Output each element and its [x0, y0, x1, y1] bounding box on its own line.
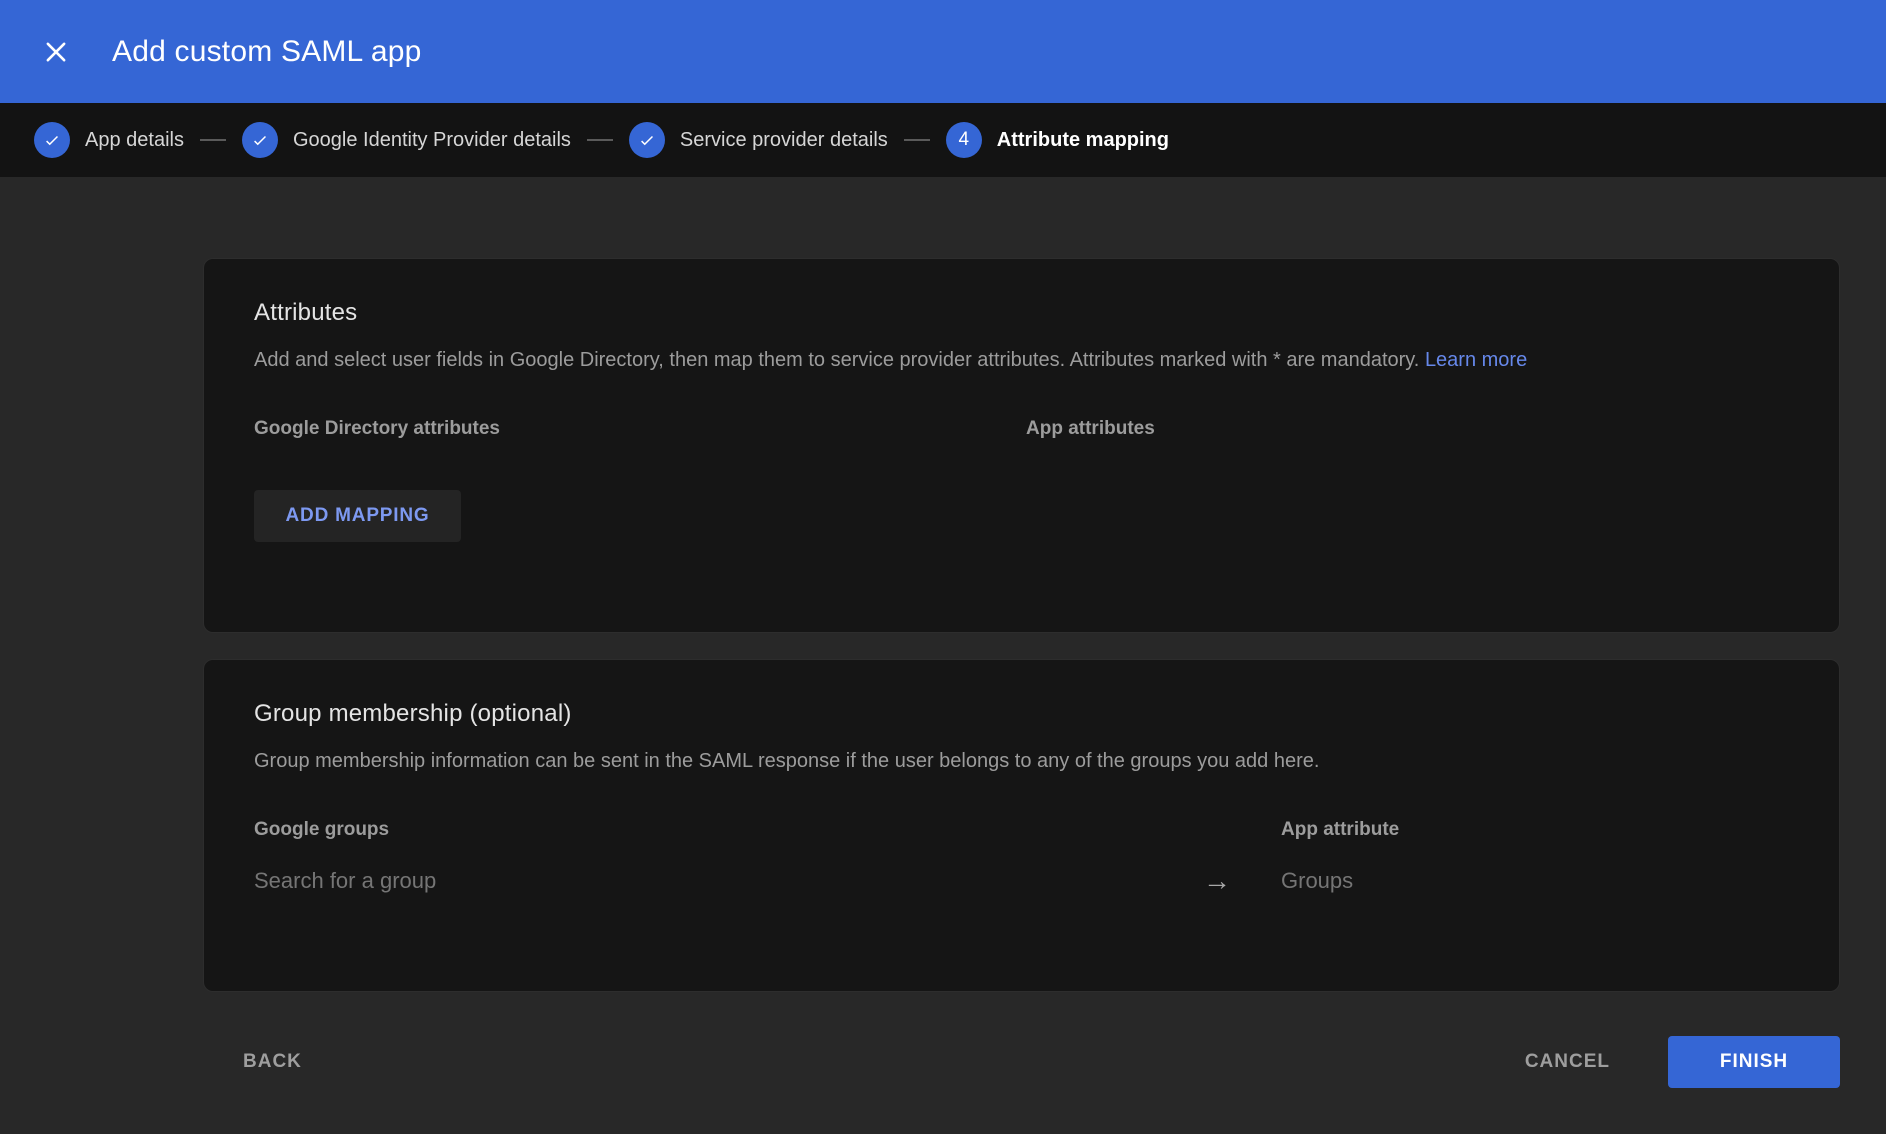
step-attribute-mapping[interactable]: 4 Attribute mapping: [946, 122, 1169, 158]
group-mapping-row: →: [254, 867, 1789, 895]
app-attributes-header: App attributes: [1026, 418, 1155, 439]
attributes-card-title: Attributes: [254, 299, 1789, 327]
google-directory-attributes-header: Google Directory attributes: [254, 418, 500, 439]
attributes-description-text: Add and select user fields in Google Dir…: [254, 349, 1419, 371]
arrow-right-icon: →: [1203, 867, 1231, 895]
step-label: Service provider details: [680, 129, 888, 152]
app-attribute-groups-field[interactable]: [1281, 868, 1581, 894]
dialog-header: Add custom SAML app: [0, 0, 1886, 103]
step-connector: [200, 139, 226, 141]
step-label: App details: [85, 129, 184, 152]
check-icon: [638, 131, 656, 149]
check-icon: [251, 131, 269, 149]
close-button[interactable]: [36, 32, 76, 72]
step-service-provider-details[interactable]: Service provider details: [629, 122, 888, 158]
step-connector: [587, 139, 613, 141]
back-button[interactable]: BACK: [243, 1051, 302, 1073]
attributes-card: Attributes Add and select user fields in…: [203, 258, 1840, 633]
step-app-details[interactable]: App details: [34, 122, 184, 158]
step-number: 4: [958, 129, 969, 151]
group-membership-card-title: Group membership (optional): [254, 700, 1789, 728]
step-complete-circle: [34, 122, 70, 158]
group-membership-card: Group membership (optional) Group member…: [203, 659, 1840, 992]
google-groups-header: Google groups: [254, 819, 389, 840]
group-membership-description: Group membership information can be sent…: [254, 750, 1789, 773]
step-complete-circle: [629, 122, 665, 158]
step-number-circle: 4: [946, 122, 982, 158]
dialog-body: Attributes Add and select user fields in…: [0, 177, 1886, 1088]
finish-button[interactable]: FINISH: [1668, 1036, 1840, 1088]
step-complete-circle: [242, 122, 278, 158]
step-google-idp-details[interactable]: Google Identity Provider details: [242, 122, 571, 158]
dialog-title: Add custom SAML app: [112, 35, 422, 69]
dialog-footer: BACK CANCEL FINISH: [0, 1036, 1886, 1088]
step-connector: [904, 139, 930, 141]
check-icon: [43, 131, 61, 149]
group-search-input[interactable]: [254, 868, 954, 894]
attributes-column-headers: Google Directory attributes App attribut…: [254, 418, 1789, 440]
step-label: Attribute mapping: [997, 129, 1169, 152]
group-column-headers: Google groups App attribute: [254, 819, 1789, 841]
step-label: Google Identity Provider details: [293, 129, 571, 152]
learn-more-link[interactable]: Learn more: [1425, 349, 1527, 371]
cancel-button[interactable]: CANCEL: [1525, 1051, 1610, 1073]
add-mapping-button[interactable]: ADD MAPPING: [254, 490, 461, 542]
stepper-bar: App details Google Identity Provider det…: [0, 103, 1886, 177]
close-icon: [42, 38, 70, 66]
attributes-card-description: Add and select user fields in Google Dir…: [254, 349, 1789, 372]
app-attribute-header: App attribute: [1281, 819, 1399, 840]
